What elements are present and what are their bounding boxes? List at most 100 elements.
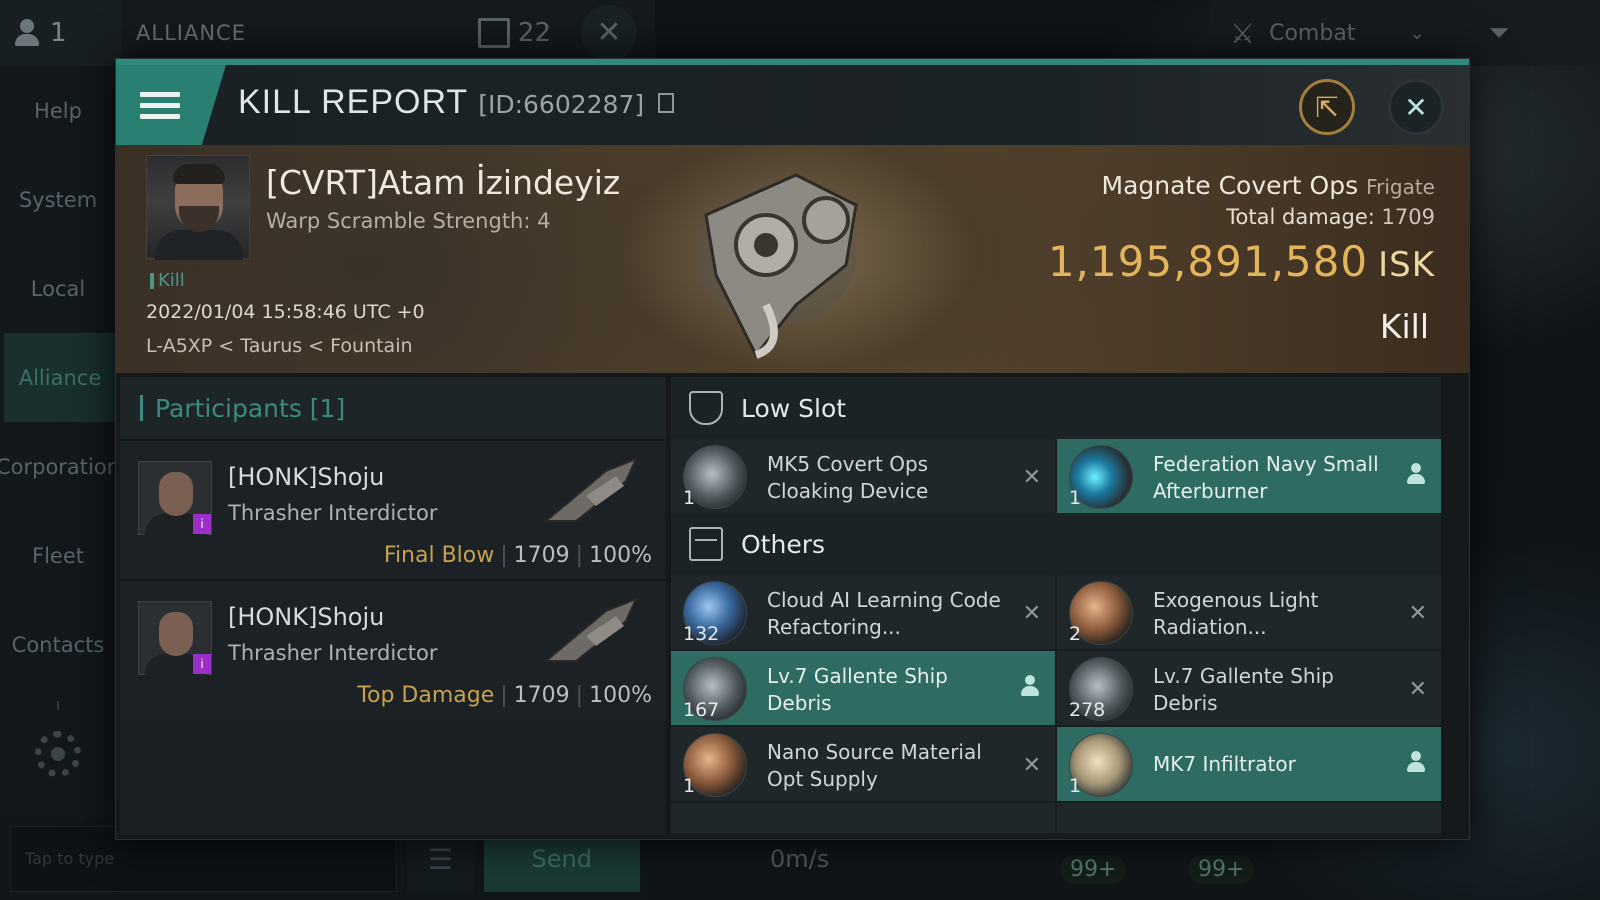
message-count[interactable]: 22 bbox=[477, 17, 551, 48]
item-cell[interactable]: 1 MK5 Covert Ops Cloaking Device ✕ bbox=[671, 439, 1055, 513]
participant-name: [HONK]Shoju bbox=[228, 603, 385, 631]
item-name: Lv.7 Gallente Ship Debris bbox=[767, 664, 948, 715]
total-damage-value: 1709 bbox=[1381, 205, 1435, 229]
fitting-items-panel: Low Slot 1 MK5 Covert Ops Cloaking Devic… bbox=[671, 377, 1441, 835]
user-count[interactable]: 1 bbox=[0, 0, 122, 66]
kill-tag: Kill bbox=[150, 272, 185, 290]
low-slot-icon bbox=[689, 391, 723, 425]
destroyed-icon: ✕ bbox=[1022, 465, 1041, 490]
sidebar-item-local[interactable]: Local bbox=[0, 244, 116, 333]
participant-damage: 1709 bbox=[513, 543, 570, 568]
item-cell-partial[interactable] bbox=[1057, 803, 1441, 833]
chevron-down-icon[interactable]: ⌄ bbox=[1409, 23, 1424, 44]
sidebar-divider: ı bbox=[55, 694, 61, 714]
report-id: [ID:6602287] bbox=[478, 90, 645, 119]
sidebar-item-fleet[interactable]: Fleet bbox=[0, 511, 116, 600]
isk-amount: 1,195,891,580 bbox=[1047, 237, 1369, 286]
participant-role: Final Blow bbox=[383, 543, 495, 568]
destroyed-icon: ✕ bbox=[1022, 753, 1041, 778]
settings-button[interactable] bbox=[0, 719, 116, 789]
destroyed-icon: ✕ bbox=[1408, 601, 1427, 626]
message-count-value: 22 bbox=[517, 17, 551, 48]
speed-readout: 0m/s bbox=[770, 845, 830, 873]
item-name: Nano Source Material Opt Supply bbox=[767, 740, 982, 791]
item-name: Cloud AI Learning Code Refactoring... bbox=[767, 588, 1001, 639]
share-button[interactable]: ⇱ bbox=[1299, 79, 1355, 135]
channel-title: ALLIANCE bbox=[136, 20, 246, 45]
cargo-box-icon bbox=[689, 527, 723, 561]
result-label: Kill bbox=[1379, 307, 1429, 346]
participant-ship-image bbox=[543, 597, 638, 662]
sidebar-item-corporation[interactable]: Corporation bbox=[0, 422, 120, 511]
destroyed-icon: ✕ bbox=[1408, 677, 1427, 702]
filter-icon[interactable]: ⏷ bbox=[1489, 18, 1510, 49]
dialog-title: KILL REPORT bbox=[238, 83, 469, 121]
total-damage: Total damage: 1709 bbox=[1226, 205, 1435, 229]
item-quantity: 278 bbox=[1069, 699, 1106, 721]
dropped-person-icon bbox=[1021, 675, 1039, 697]
menu-button[interactable] bbox=[116, 65, 226, 145]
victim-name[interactable]: [CVRT]Atam İzindeyiz bbox=[266, 163, 620, 202]
destroyed-icon: ✕ bbox=[1022, 601, 1041, 626]
participant-percent: 100% bbox=[589, 543, 652, 568]
item-cell-partial[interactable] bbox=[671, 803, 1055, 833]
kill-location[interactable]: L-A5XP < Taurus < Fountain bbox=[146, 335, 413, 357]
security-status-icon: i bbox=[193, 654, 211, 674]
user-count-value: 1 bbox=[50, 17, 67, 48]
participant-portrait[interactable]: i bbox=[138, 461, 212, 536]
isk-value: 1,195,891,580 ISK bbox=[1048, 237, 1435, 286]
isk-unit: ISK bbox=[1378, 245, 1435, 285]
item-quantity: 1 bbox=[1069, 487, 1082, 509]
sidebar-item-alliance[interactable]: Alliance bbox=[4, 333, 116, 422]
cargo-count-badge[interactable]: 99+ bbox=[1188, 855, 1255, 884]
ship-name[interactable]: Magnate Covert Ops bbox=[1102, 171, 1359, 200]
participant-percent: 100% bbox=[589, 683, 652, 708]
crossed-swords-icon: ⚔ bbox=[1230, 16, 1256, 50]
participant-ship-image bbox=[543, 457, 638, 522]
others-title: Others bbox=[741, 529, 826, 559]
participants-panel: Participants [1] i [HONK]Shoju Thrasher … bbox=[120, 377, 666, 835]
drone-count-badge[interactable]: 99+ bbox=[1060, 855, 1127, 884]
close-icon: ✕ bbox=[1404, 90, 1428, 124]
item-quantity: 132 bbox=[683, 623, 720, 645]
item-cell[interactable]: 1 MK7 Infiltrator bbox=[1057, 727, 1441, 801]
ship-class: Frigate bbox=[1366, 175, 1435, 199]
participant-stats: Final Blow | 1709 | 100% bbox=[383, 543, 652, 568]
close-button[interactable]: ✕ bbox=[1388, 79, 1444, 135]
sidebar-item-help[interactable]: Help bbox=[0, 66, 116, 155]
overview-filter-label[interactable]: Combat bbox=[1269, 21, 1355, 46]
share-icon: ⇱ bbox=[1315, 90, 1339, 124]
item-quantity: 167 bbox=[683, 699, 720, 721]
item-cell[interactable]: 1 Nano Source Material Opt Supply ✕ bbox=[671, 727, 1055, 801]
item-name: Federation Navy Small Afterburner bbox=[1153, 452, 1379, 503]
participant-damage: 1709 bbox=[513, 683, 570, 708]
security-status-icon: i bbox=[193, 514, 211, 534]
participant-ship: Thrasher Interdictor bbox=[228, 501, 438, 525]
victim-banner: [CVRT]Atam İzindeyiz Warp Scramble Stren… bbox=[116, 145, 1469, 373]
kill-report-dialog: KILL REPORT [ID:6602287] ⇱ ✕ [CVRT]Atam … bbox=[115, 58, 1470, 840]
item-cell[interactable]: 132 Cloud AI Learning Code Refactoring..… bbox=[671, 575, 1055, 649]
kill-datetime: 2022/01/04 15:58:46 UTC +0 bbox=[146, 301, 425, 323]
victim-ship-image[interactable] bbox=[646, 155, 906, 365]
item-quantity: 1 bbox=[1069, 775, 1082, 797]
item-cell[interactable]: 2 Exogenous Light Radiation... ✕ bbox=[1057, 575, 1441, 649]
participant-row[interactable]: i [HONK]Shoju Thrasher Interdictor Final… bbox=[120, 439, 666, 579]
chat-close-button[interactable]: ✕ bbox=[581, 4, 637, 61]
item-cell[interactable]: 167 Lv.7 Gallente Ship Debris bbox=[671, 651, 1055, 725]
dropped-person-icon bbox=[1407, 751, 1425, 773]
item-cell[interactable]: 1 Federation Navy Small Afterburner bbox=[1057, 439, 1441, 513]
others-header: Others bbox=[671, 513, 1441, 575]
victim-portrait[interactable] bbox=[146, 155, 250, 260]
chat-header: 1 ALLIANCE 22 ✕ bbox=[0, 0, 655, 66]
sidebar-item-contacts[interactable]: Contacts bbox=[0, 600, 116, 689]
item-cell[interactable]: 278 Lv.7 Gallente Ship Debris ✕ bbox=[1057, 651, 1441, 725]
participant-portrait[interactable]: i bbox=[138, 601, 212, 676]
sidebar-item-system[interactable]: System bbox=[0, 155, 116, 244]
hamburger-icon bbox=[140, 86, 180, 125]
dropped-person-icon bbox=[1407, 463, 1425, 485]
participant-role: Top Damage bbox=[357, 683, 495, 708]
participant-row[interactable]: i [HONK]Shoju Thrasher Interdictor Top D… bbox=[120, 579, 666, 719]
copy-icon[interactable] bbox=[658, 93, 675, 113]
participants-title: Participants [1] bbox=[155, 393, 346, 423]
participants-header[interactable]: Participants [1] bbox=[120, 377, 666, 439]
